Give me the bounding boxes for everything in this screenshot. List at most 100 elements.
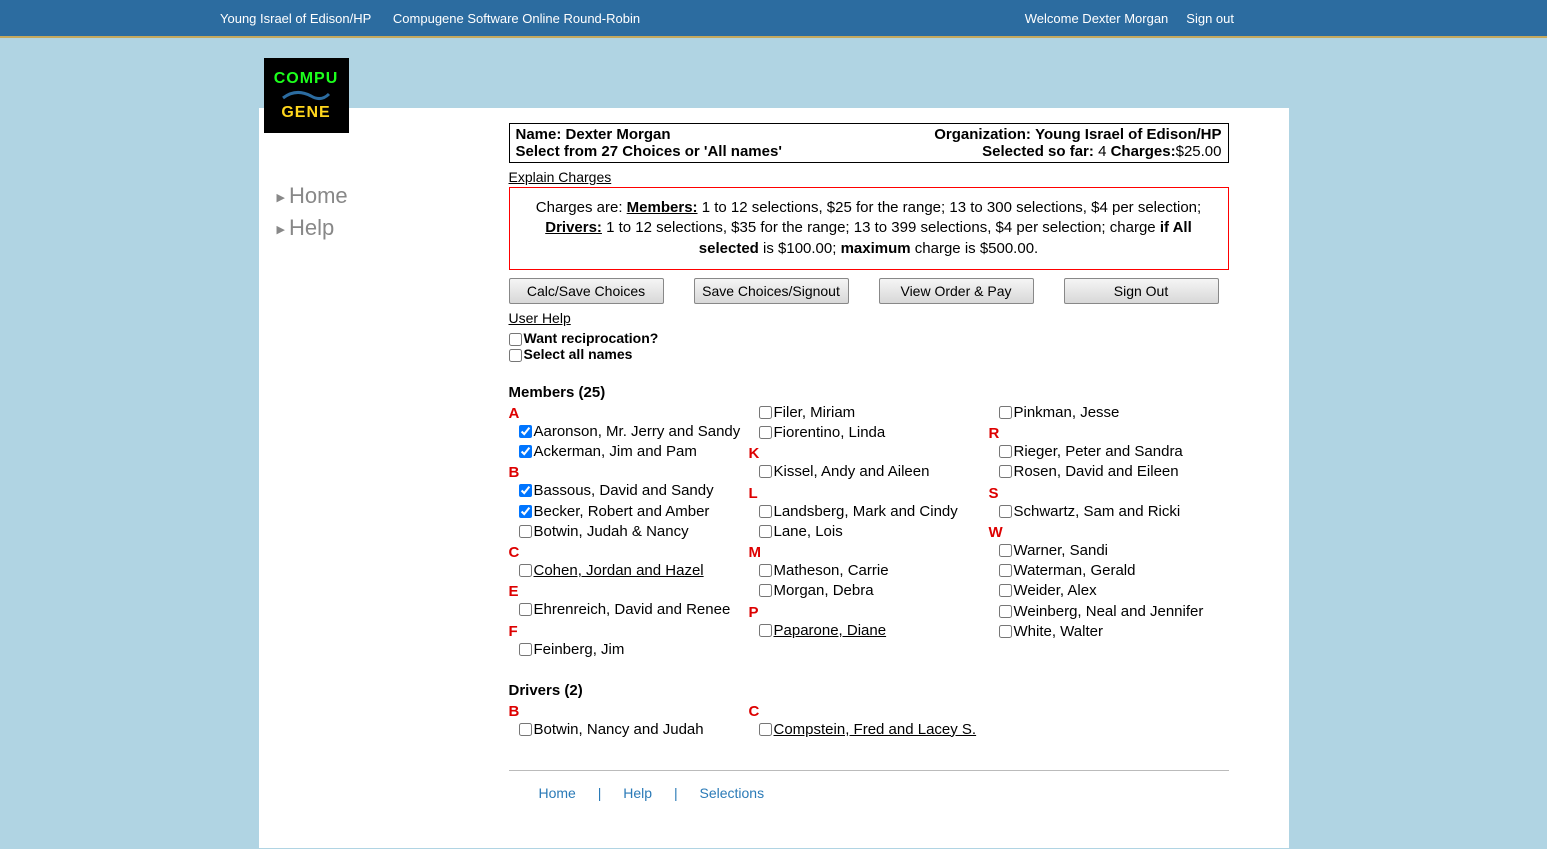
member-checkbox[interactable]	[999, 406, 1012, 419]
member-checkbox[interactable]	[519, 564, 532, 577]
drivers-title: Drivers (2)	[509, 682, 1229, 699]
triangle-icon: ▶	[277, 224, 285, 236]
member-checkbox[interactable]	[519, 603, 532, 616]
member-name: Aaronson, Mr. Jerry and Sandy	[534, 422, 741, 442]
letter-heading: E	[509, 583, 749, 600]
member-checkbox[interactable]	[999, 465, 1012, 478]
member-checkbox[interactable]	[999, 584, 1012, 597]
member-name: Landsberg, Mark and Cindy	[774, 502, 958, 522]
letter-heading: B	[509, 703, 749, 720]
member-item: Cohen, Jordan and Hazel	[519, 561, 749, 581]
member-name: Lane, Lois	[774, 522, 843, 542]
user-help-link[interactable]: User Help	[509, 310, 571, 326]
view-order-button[interactable]: View Order & Pay	[879, 278, 1034, 304]
member-item: Rosen, David and Eileen	[999, 462, 1229, 482]
name-label: Name:	[516, 126, 562, 143]
letter-heading: R	[989, 425, 1229, 442]
member-checkbox[interactable]	[759, 525, 772, 538]
member-checkbox[interactable]	[519, 484, 532, 497]
member-checkbox[interactable]	[519, 525, 532, 538]
member-name: Schwartz, Sam and Ricki	[1014, 502, 1181, 522]
member-name[interactable]: Cohen, Jordan and Hazel	[534, 561, 704, 581]
member-name[interactable]: Compstein, Fred and Lacey S.	[774, 720, 977, 740]
want-reciprocation-label: Want reciprocation?	[524, 330, 659, 346]
member-name: Warner, Sandi	[1014, 541, 1109, 561]
member-name: Filer, Miriam	[774, 403, 856, 423]
letter-heading: C	[509, 544, 749, 561]
topbar-app-link[interactable]: Compugene Software Online Round-Robin	[393, 11, 640, 26]
member-checkbox[interactable]	[999, 625, 1012, 638]
member-checkbox[interactable]	[999, 505, 1012, 518]
letter-heading: W	[989, 524, 1229, 541]
charges-value: $25.00	[1176, 143, 1222, 160]
member-item: Ehrenreich, David and Renee	[519, 600, 749, 620]
member-checkbox[interactable]	[759, 584, 772, 597]
member-item: Pinkman, Jesse	[999, 403, 1229, 423]
org-label: Organization:	[934, 126, 1031, 143]
topbar-signout-link[interactable]: Sign out	[1186, 11, 1234, 26]
topbar-org-link[interactable]: Young Israel of Edison/HP	[220, 11, 371, 26]
sidebar-help-link[interactable]: ▶Help	[277, 215, 477, 241]
footer-help-link[interactable]: Help	[623, 785, 652, 801]
member-name: Becker, Robert and Amber	[534, 502, 710, 522]
member-item: Weider, Alex	[999, 581, 1229, 601]
select-all-names-checkbox[interactable]	[509, 349, 522, 362]
member-item: Warner, Sandi	[999, 541, 1229, 561]
member-item: Schwartz, Sam and Ricki	[999, 502, 1229, 522]
member-name: Weider, Alex	[1014, 581, 1097, 601]
member-checkbox[interactable]	[999, 544, 1012, 557]
member-checkbox[interactable]	[759, 406, 772, 419]
member-item: Ackerman, Jim and Pam	[519, 442, 749, 462]
member-name[interactable]: Paparone, Diane	[774, 621, 887, 641]
member-checkbox[interactable]	[759, 624, 772, 637]
member-name: Matheson, Carrie	[774, 561, 889, 581]
sidebar-home-link[interactable]: ▶Home	[277, 183, 477, 209]
member-checkbox[interactable]	[759, 564, 772, 577]
logo-swoosh-icon	[281, 90, 331, 102]
footer-selections-link[interactable]: Selections	[700, 785, 765, 801]
member-item: Botwin, Nancy and Judah	[519, 720, 749, 740]
member-name: Rieger, Peter and Sandra	[1014, 442, 1183, 462]
member-checkbox[interactable]	[519, 425, 532, 438]
member-name: Bassous, David and Sandy	[534, 481, 714, 501]
calc-save-button[interactable]: Calc/Save Choices	[509, 278, 664, 304]
selected-label: Selected so far:	[982, 143, 1094, 160]
member-item: Lane, Lois	[759, 522, 989, 542]
member-item: Aaronson, Mr. Jerry and Sandy	[519, 422, 749, 442]
explain-charges-link[interactable]: Explain Charges	[509, 169, 612, 185]
member-name: Feinberg, Jim	[534, 640, 625, 660]
org-value: Young Israel of Edison/HP	[1035, 126, 1221, 143]
footer-home-link[interactable]: Home	[539, 785, 576, 801]
member-checkbox[interactable]	[759, 723, 772, 736]
letter-heading: A	[509, 405, 749, 422]
member-name: Botwin, Nancy and Judah	[534, 720, 704, 740]
member-item: Feinberg, Jim	[519, 640, 749, 660]
letter-heading: M	[749, 544, 989, 561]
member-checkbox[interactable]	[519, 643, 532, 656]
sign-out-button[interactable]: Sign Out	[1064, 278, 1219, 304]
member-name: Botwin, Judah & Nancy	[534, 522, 689, 542]
member-checkbox[interactable]	[759, 426, 772, 439]
want-reciprocation-checkbox[interactable]	[509, 333, 522, 346]
selected-value: 4	[1098, 143, 1106, 160]
drivers-columns: BBotwin, Nancy and Judah CCompstein, Fre…	[509, 701, 1229, 740]
member-checkbox[interactable]	[759, 505, 772, 518]
member-checkbox[interactable]	[759, 465, 772, 478]
member-checkbox[interactable]	[519, 723, 532, 736]
member-item: Botwin, Judah & Nancy	[519, 522, 749, 542]
page-container: COMPU GENE ▶Home ▶Help Name: Dexter Morg…	[259, 108, 1289, 848]
letter-heading: B	[509, 464, 749, 481]
member-checkbox[interactable]	[999, 605, 1012, 618]
member-checkbox[interactable]	[519, 505, 532, 518]
member-checkbox[interactable]	[999, 564, 1012, 577]
select-all-names-label: Select all names	[524, 346, 633, 362]
member-checkbox[interactable]	[999, 445, 1012, 458]
save-signout-button[interactable]: Save Choices/Signout	[694, 278, 849, 304]
member-item: White, Walter	[999, 622, 1229, 642]
member-item: Filer, Miriam	[759, 403, 989, 423]
logo: COMPU GENE	[264, 58, 349, 133]
member-checkbox[interactable]	[519, 445, 532, 458]
members-title: Members (25)	[509, 384, 1229, 401]
sidebar: ▶Home ▶Help	[277, 183, 477, 247]
member-item: Matheson, Carrie	[759, 561, 989, 581]
